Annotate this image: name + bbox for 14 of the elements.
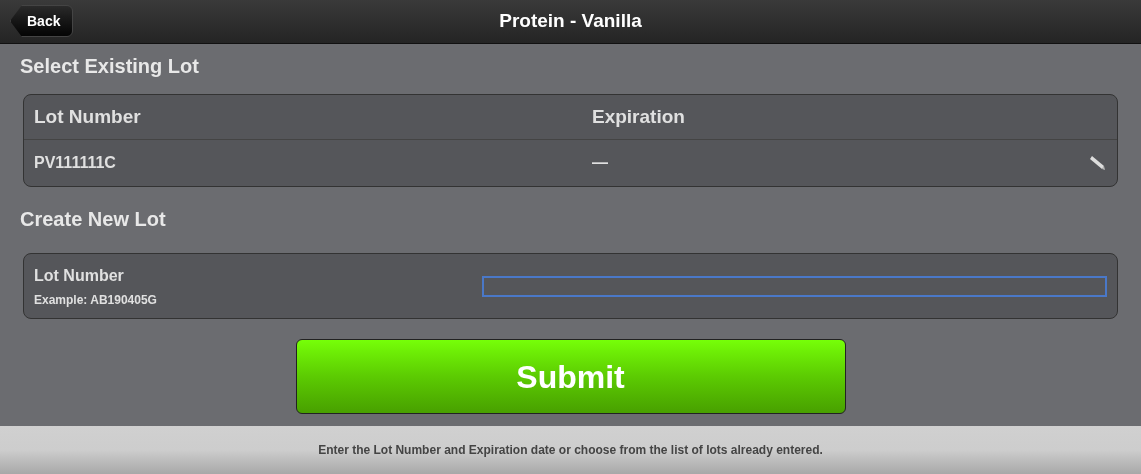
lot-row[interactable]: PV111111C — [24, 140, 1117, 186]
field-label: Lot Number [34, 265, 125, 286]
section-title: Select Existing Lot [20, 54, 200, 78]
column-header: Lot Number [34, 104, 142, 129]
expiration: — [592, 153, 609, 173]
field-hint: Example: AB190405G [34, 291, 158, 309]
section-title: Create New Lot [20, 207, 167, 231]
edit-icon[interactable] [1089, 155, 1105, 171]
lot-number-field[interactable] [482, 275, 1107, 297]
lot-number: PV111111C [34, 153, 117, 173]
footer-text: Enter the Lot Number and Expiration date or choose from the list of lots already entered. [318, 442, 823, 459]
page-title: Protein - Vanilla [499, 9, 642, 34]
back-button[interactable]: Back [10, 5, 74, 37]
column-header: Expiration [592, 104, 685, 129]
